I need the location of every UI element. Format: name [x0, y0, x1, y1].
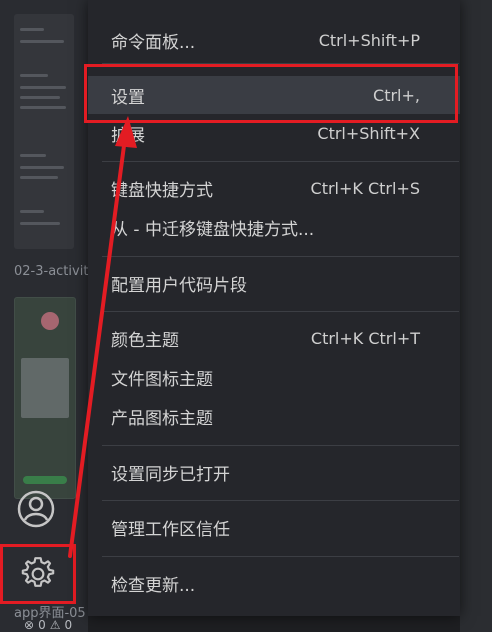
menu-separator	[102, 63, 459, 64]
blurred-thumbnail	[14, 297, 76, 499]
menu-item-settings[interactable]: 设置 Ctrl+,	[88, 76, 460, 114]
menu-separator	[102, 556, 459, 557]
menu-item-user-snippets[interactable]: 配置用户代码片段	[88, 265, 460, 301]
gear-icon	[21, 557, 55, 587]
menu-item-migrate-keybindings[interactable]: 从 - 中迁移键盘快捷方式...	[88, 209, 460, 245]
menu-item-shortcut: Ctrl+,	[373, 85, 420, 105]
menu-item-color-theme[interactable]: 颜色主题 Ctrl+K Ctrl+T	[88, 320, 460, 356]
menu-item-label: 检查更新...	[111, 575, 196, 596]
menu-item-label: 文件图标主题	[111, 369, 213, 390]
menu-item-label: 管理工作区信任	[111, 519, 230, 540]
menu-separator	[102, 500, 459, 501]
menu-item-label: 设置同步已打开	[111, 464, 230, 485]
menu-item-label: 设置	[111, 87, 145, 108]
status-bar: ⊗ 0 ⚠ 0	[0, 618, 112, 632]
warning-count: 0	[64, 618, 73, 632]
menu-separator	[102, 161, 459, 162]
menu-item-shortcut: Ctrl+K Ctrl+S	[310, 178, 420, 198]
account-button[interactable]	[14, 487, 58, 531]
error-count: 0	[38, 618, 46, 632]
menu-item-label: 从 - 中迁移键盘快捷方式...	[111, 219, 315, 240]
error-icon: ⊗	[24, 618, 35, 632]
editor-background	[460, 0, 492, 632]
menu-item-workspace-trust[interactable]: 管理工作区信任	[88, 509, 460, 545]
menu-separator	[102, 445, 459, 446]
menu-item-check-updates[interactable]: 检查更新...	[88, 565, 460, 601]
menu-item-shortcut: Ctrl+K Ctrl+T	[310, 328, 420, 348]
menu-item-extensions[interactable]: 扩展 Ctrl+Shift+X	[88, 115, 460, 151]
menu-item-command-palette[interactable]: 命令面板... Ctrl+Shift+P	[88, 22, 460, 58]
folder-label: 02-3-activity	[14, 264, 97, 279]
warning-icon: ⚠	[49, 618, 61, 632]
menu-item-keyboard-shortcuts[interactable]: 键盘快捷方式 Ctrl+K Ctrl+S	[88, 170, 460, 206]
menu-item-product-icon-theme[interactable]: 产品图标主题	[88, 398, 460, 434]
menu-separator	[102, 311, 459, 312]
menu-item-label: 命令面板...	[111, 32, 196, 53]
blurred-document-preview	[14, 14, 74, 249]
menu-item-label: 配置用户代码片段	[111, 275, 247, 296]
menu-item-label: 扩展	[111, 125, 145, 146]
manage-button[interactable]	[0, 544, 76, 604]
menu-item-label: 产品图标主题	[111, 408, 213, 429]
menu-item-label: 键盘快捷方式	[111, 180, 213, 201]
menu-item-file-icon-theme[interactable]: 文件图标主题	[88, 359, 460, 395]
menu-item-settings-sync[interactable]: 设置同步已打开	[88, 454, 460, 490]
account-icon	[17, 490, 55, 528]
manage-context-menu: 命令面板... Ctrl+Shift+P 设置 Ctrl+, 扩展 Ctrl+S…	[88, 0, 460, 616]
menu-separator	[102, 256, 459, 257]
menu-item-shortcut: Ctrl+Shift+X	[317, 123, 420, 143]
menu-item-shortcut: Ctrl+Shift+P	[318, 30, 420, 50]
menu-item-label: 颜色主题	[111, 330, 179, 351]
